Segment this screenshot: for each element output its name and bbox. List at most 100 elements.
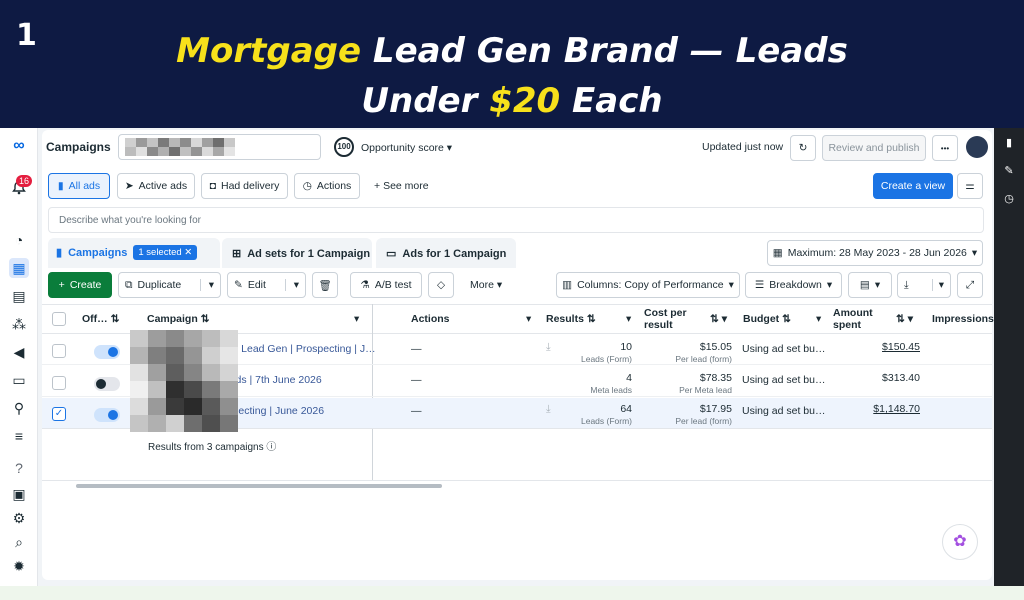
- row-checkbox[interactable]: [52, 376, 66, 390]
- row-toggle[interactable]: [94, 345, 120, 359]
- tab-campaigns-content: ▮ Campaigns 1 selected ✕: [56, 245, 198, 260]
- more-options-button[interactable]: •••: [932, 135, 958, 161]
- folder-icon: ▮: [56, 247, 63, 259]
- cost-sub: Per lead (form): [675, 416, 732, 426]
- breakdown-dropdown[interactable]: ☰ Breakdown ▾: [745, 272, 842, 298]
- col-off[interactable]: Off… ⇅: [82, 304, 119, 334]
- delete-button[interactable]: 🗑: [312, 272, 338, 298]
- col-actions-menu[interactable]: ▾: [526, 304, 531, 334]
- help-icon[interactable]: ?: [9, 458, 29, 478]
- table-icon[interactable]: ▦: [9, 258, 29, 278]
- col-amount-spent[interactable]: Amount spent: [833, 304, 883, 334]
- opportunity-score-badge: 100: [334, 137, 354, 157]
- row-checkbox[interactable]: [52, 344, 66, 358]
- spent-value: $313.40: [882, 372, 920, 384]
- page-title: Campaigns: [46, 140, 111, 154]
- news-icon[interactable]: ▣: [9, 484, 29, 504]
- results-sub: Meta leads: [590, 385, 632, 395]
- grid-icon: ⊞: [232, 248, 242, 260]
- cost-sub: Per Meta lead: [679, 385, 732, 395]
- notification-badge: 16: [16, 175, 33, 187]
- promo-banner: 1 Mortgage Lead Gen Brand — Leads Under …: [0, 0, 1024, 128]
- col-results-menu[interactable]: ▾: [626, 304, 631, 334]
- col-results[interactable]: Results ⇅: [546, 304, 596, 334]
- export-button[interactable]: ⤓ ▾: [897, 272, 951, 298]
- chevron-down-icon[interactable]: ▾: [931, 279, 944, 291]
- selected-chip[interactable]: 1 selected ✕: [133, 245, 198, 260]
- create-view-button[interactable]: Create a view: [873, 173, 953, 199]
- audiences-icon[interactable]: ⁂: [9, 314, 29, 334]
- duplicate-icon: ⧉: [125, 278, 133, 291]
- tab-ads-content: ▭ Ads for 1 Campaign: [386, 247, 507, 261]
- pencil-icon[interactable]: ✎: [1002, 164, 1016, 178]
- chevron-down-icon[interactable]: ▾: [284, 279, 299, 291]
- megaphone-icon[interactable]: ◀: [9, 342, 29, 362]
- active-ads-filter[interactable]: ➤ Active ads: [117, 173, 195, 199]
- results-value: 64: [620, 403, 632, 415]
- opportunity-score-label[interactable]: Opportunity score ▾: [361, 142, 452, 154]
- avatar[interactable]: [966, 136, 988, 158]
- events-icon[interactable]: ⚲: [9, 398, 29, 418]
- calendar-icon: ▦: [772, 247, 783, 259]
- updated-status: Updated just now: [702, 141, 784, 153]
- col-budget-menu[interactable]: ▾: [816, 304, 821, 334]
- tag-button[interactable]: ◇: [428, 272, 454, 298]
- pages-icon[interactable]: ▤: [9, 286, 29, 306]
- search-icon[interactable]: ⌕: [9, 532, 29, 552]
- bug-icon[interactable]: ✹: [9, 556, 29, 576]
- col-campaign-menu[interactable]: ▾: [354, 304, 359, 334]
- results-sub: Leads (Form): [580, 416, 632, 426]
- spent-value[interactable]: $150.45: [862, 341, 920, 353]
- folder-icon: ▮: [57, 180, 64, 192]
- refresh-button[interactable]: ↻: [790, 135, 816, 161]
- menu-icon[interactable]: ≡: [9, 426, 29, 446]
- row-toggle[interactable]: [94, 377, 120, 391]
- see-more-button[interactable]: + See more: [374, 180, 429, 192]
- ab-test-button[interactable]: ⚗ A/B test: [350, 272, 422, 298]
- settings-sliders-button[interactable]: ⚌: [957, 173, 983, 199]
- row-toggle[interactable]: [94, 408, 120, 422]
- select-all-checkbox[interactable]: [52, 312, 66, 326]
- col-spent-sort[interactable]: ⇅ ▾: [896, 304, 913, 334]
- col-actions[interactable]: Actions: [411, 304, 450, 334]
- cost-sub: Per lead (form): [675, 354, 732, 364]
- ai-assistant-icon[interactable]: ✿: [942, 524, 978, 560]
- account-selector[interactable]: (150010467… ▾: [118, 134, 321, 160]
- spent-value[interactable]: $1,148.70: [862, 403, 920, 415]
- col-cost-per-result[interactable]: Cost per result: [644, 304, 694, 334]
- dashboard-icon[interactable]: ◔: [9, 230, 29, 250]
- budget-value: Using ad set bu…: [742, 405, 826, 417]
- reports-dropdown[interactable]: ▤ ▾: [848, 272, 892, 298]
- meta-logo-icon[interactable]: ∞: [9, 136, 29, 156]
- trash-icon: 🗑: [318, 279, 332, 292]
- tab-ad-sets-content: ⊞ Ad sets for 1 Campaign: [232, 247, 371, 261]
- date-range-picker[interactable]: ▦ Maximum: 28 May 2023 - 28 Jun 2026 ▾: [767, 240, 983, 266]
- clock-icon[interactable]: ◷: [1002, 192, 1016, 206]
- col-budget[interactable]: Budget ⇅: [743, 304, 791, 334]
- edit-button[interactable]: ✎ Edit ▾: [227, 272, 306, 298]
- actions-filter[interactable]: ◷ Actions: [294, 173, 360, 199]
- actions-value: —: [411, 343, 422, 355]
- col-cost-sort[interactable]: ⇅ ▾: [710, 304, 727, 334]
- row-checkbox[interactable]: ✓: [52, 407, 66, 421]
- actions-value: —: [411, 374, 422, 386]
- settings-icon[interactable]: ⚙: [9, 508, 29, 528]
- create-button[interactable]: + Create: [48, 272, 112, 298]
- refresh-icon: ↻: [798, 142, 808, 154]
- campaign-name[interactable]: ted | Lead Gen | Prospecting | J…: [218, 343, 376, 355]
- flask-icon: ⚗: [360, 279, 370, 291]
- horizontal-scrollbar[interactable]: [76, 484, 442, 488]
- more-dropdown[interactable]: More ▾: [470, 279, 502, 291]
- chart-icon[interactable]: ▮: [1002, 136, 1016, 150]
- columns-dropdown[interactable]: ▥ Columns: Copy of Performance ▾: [556, 272, 740, 298]
- had-delivery-filter[interactable]: ◘ Had delivery: [201, 173, 288, 199]
- chevron-down-icon[interactable]: ▾: [199, 279, 214, 291]
- duplicate-button[interactable]: ⧉ Duplicate ▾: [118, 272, 221, 298]
- all-ads-filter[interactable]: ▮ All ads: [48, 173, 110, 199]
- col-impressions[interactable]: Impressions: [932, 304, 994, 334]
- main-panel: Campaigns (150010467… ▾ 100 Opportunity …: [42, 130, 994, 580]
- search-input[interactable]: Describe what you're looking for: [48, 207, 984, 233]
- review-publish-button[interactable]: Review and publish: [822, 135, 926, 161]
- billing-icon[interactable]: ▭: [9, 370, 29, 390]
- expand-button[interactable]: ⤢: [957, 272, 983, 298]
